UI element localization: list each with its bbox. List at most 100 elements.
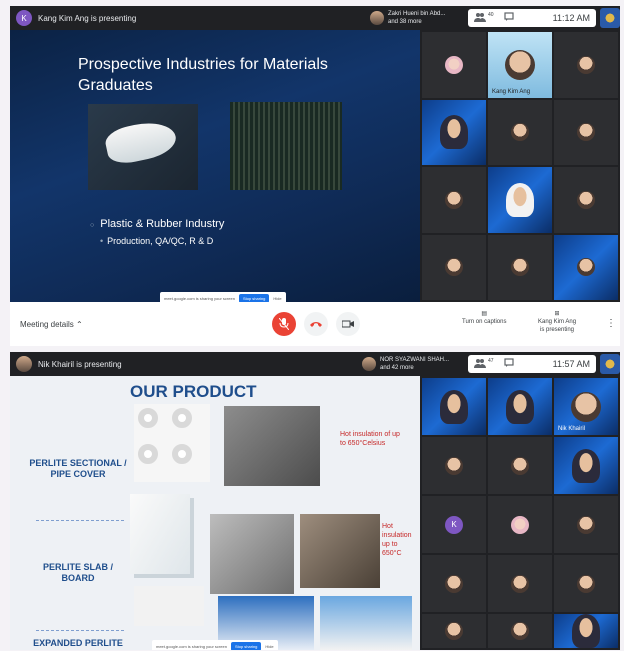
hide-button[interactable]: Hide: [265, 644, 273, 649]
meeting-details-label: Meeting details: [20, 320, 74, 329]
presenting-label: Kang Kim Ang is presenting: [38, 13, 137, 23]
avatar: [571, 391, 601, 422]
avatar: [506, 182, 534, 217]
presenter-avatar: K: [16, 10, 32, 26]
note-hot-insulation-1: Hot insulation of up to 650°Celsius: [340, 431, 400, 447]
participant-tile[interactable]: [422, 555, 486, 612]
tile-name: Kang Kim Ang: [492, 88, 531, 95]
top-bar: Nik Khairil is presenting NOR SYAZWANI S…: [10, 352, 620, 376]
divider: [36, 520, 124, 521]
speaker-name: NOR SYAZWANI SHAH...: [380, 357, 450, 363]
top-bar: K Kang Kim Ang is presenting Zakri Hueni…: [10, 6, 620, 30]
bullet-plastic-rubber: Plastic & Rubber Industry: [90, 218, 224, 230]
avatar: [577, 123, 595, 142]
avatar: [577, 574, 595, 593]
active-speakers: NOR SYAZWANI SHAH... and 42 more: [362, 356, 462, 372]
avatar: [506, 389, 534, 424]
participant-tile[interactable]: [488, 234, 552, 300]
slab-board-image: [130, 494, 190, 574]
participant-tile[interactable]: [422, 437, 486, 494]
avatar: [445, 55, 463, 74]
participant-tile[interactable]: [488, 378, 552, 435]
participant-tile[interactable]: [554, 614, 618, 648]
slide-title: Prospective Industries for Materials Gra…: [78, 56, 328, 94]
chat-icon[interactable]: [503, 358, 514, 370]
people-icon[interactable]: [474, 12, 486, 24]
participant-tile[interactable]: [488, 496, 552, 553]
people-icon[interactable]: [474, 358, 486, 370]
product-powder: EXPANDED PERLITE POWDER: [33, 638, 123, 650]
participant-tile[interactable]: [422, 378, 486, 435]
participant-tile[interactable]: [554, 167, 618, 233]
tile-name: Nik Khairil: [558, 426, 586, 432]
presenting-label: Nik Khairil is presenting: [38, 359, 122, 369]
speaker-tile[interactable]: Kang Kim Ang: [488, 32, 552, 98]
product-pipe-cover: PERLITE SECTIONAL / PIPE COVER: [29, 458, 127, 479]
captions-button[interactable]: ▤ Turn on captions: [462, 310, 506, 326]
hide-button[interactable]: Hide: [273, 296, 281, 301]
chat-icon[interactable]: [503, 12, 514, 24]
captions-label: Turn on captions: [462, 319, 507, 325]
presenter-avatar: [16, 356, 32, 372]
avatar: [577, 515, 595, 534]
participant-tile[interactable]: [554, 32, 618, 98]
avatar: [572, 448, 600, 483]
chevron-up-icon: ⌃: [76, 320, 83, 329]
note-hot-insulation-2: Hot insulation up to 650°C: [382, 523, 412, 557]
avatar: [445, 190, 463, 209]
slide-title: OUR PRODUCT: [130, 382, 257, 401]
participant-count: 47: [488, 358, 494, 364]
more-count: and 42 more: [380, 365, 414, 371]
pipe-photo: [210, 514, 294, 594]
glove-image: [88, 104, 198, 190]
avatar: [445, 574, 463, 593]
presenting-button[interactable]: ⊞ Kang Kim Ang is presenting: [538, 310, 576, 334]
participant-tile[interactable]: [554, 555, 618, 612]
participant-tile[interactable]: [422, 614, 486, 648]
avatar: [445, 258, 463, 277]
installation-photo: [224, 406, 320, 486]
meeting-details-button[interactable]: Meeting details ⌃: [20, 320, 83, 329]
captions-icon: ▤: [481, 311, 488, 317]
participant-tile[interactable]: [554, 496, 618, 553]
participant-tile[interactable]: [488, 555, 552, 612]
clock: 11:12 AM: [552, 13, 590, 23]
bottom-bar: Meeting details ⌃ ▤ Turn on captions ⊞ K…: [10, 302, 620, 346]
more-icon[interactable]: ⋮: [606, 318, 616, 329]
bullet-production: Production, QA/QC, R & D: [100, 236, 213, 246]
avatar: [577, 258, 595, 277]
end-call-icon[interactable]: [304, 312, 328, 336]
screen-share-bar: meet.google.com is sharing your screen S…: [152, 640, 278, 650]
powder-image: [134, 586, 204, 626]
speaker-name: Zakri Hueni bin Abd...: [388, 11, 446, 17]
participant-tile[interactable]: [488, 614, 552, 648]
avatar: [511, 456, 529, 475]
meet-window-1: K Kang Kim Ang is presenting Zakri Hueni…: [10, 6, 620, 346]
mic-off-icon[interactable]: [272, 312, 296, 336]
participant-tile[interactable]: [422, 167, 486, 233]
participant-tile[interactable]: [488, 99, 552, 165]
circuit-board-image: [230, 102, 342, 190]
participant-tile[interactable]: [554, 99, 618, 165]
participant-tile[interactable]: [488, 437, 552, 494]
participant-tile[interactable]: [422, 32, 486, 98]
self-view: [600, 8, 620, 28]
participant-tile[interactable]: [422, 234, 486, 300]
avatar: [445, 456, 463, 475]
clock: 11:57 AM: [552, 359, 590, 369]
avatar: [440, 115, 468, 150]
participant-tile[interactable]: [488, 167, 552, 233]
speaker-tile[interactable]: Nik Khairil: [554, 378, 618, 435]
stop-sharing-button[interactable]: Stop sharing: [230, 642, 262, 650]
camera-icon[interactable]: [336, 312, 360, 336]
participant-tile[interactable]: [554, 437, 618, 494]
avatar: [577, 55, 595, 74]
participant-tile[interactable]: K: [422, 496, 486, 553]
screenshot: { "meet1": { "avatar_letter": "K", "pres…: [0, 0, 624, 651]
participant-tile[interactable]: [422, 99, 486, 165]
participant-tile[interactable]: [554, 234, 618, 300]
avatar: K: [445, 515, 463, 534]
tank-photo: [300, 514, 380, 588]
silo-photo: [320, 596, 412, 650]
avatar: [440, 389, 468, 424]
